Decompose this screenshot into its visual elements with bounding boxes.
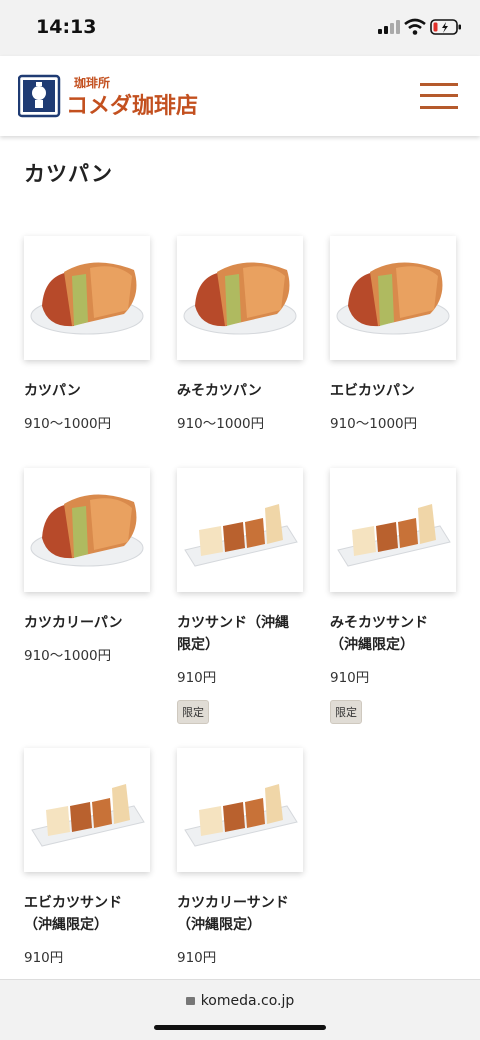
limited-badge: 限定 <box>330 700 362 724</box>
browser-bottom-bar: komeda.co.jp <box>0 979 480 1040</box>
product-image[interactable] <box>24 468 150 592</box>
product-name[interactable]: エビカツパン <box>330 380 458 402</box>
product-image[interactable] <box>177 468 303 592</box>
lock-icon <box>185 997 195 1005</box>
product-price: 910円 <box>24 950 64 966</box>
product-card[interactable]: カツカリーサンド（沖縄限定）910円限定 <box>177 748 305 1004</box>
product-price: 910〜1000円 <box>330 416 418 432</box>
wifi-icon <box>404 18 426 35</box>
hamburger-menu-icon[interactable] <box>420 80 458 112</box>
product-name[interactable]: カツカリーパン <box>24 612 152 634</box>
product-card[interactable]: カツパン 910〜1000円 <box>24 236 152 432</box>
product-card[interactable]: カツカリーパン 910〜1000円 <box>24 468 152 664</box>
address-bar[interactable]: komeda.co.jp <box>0 993 480 1009</box>
home-indicator <box>154 1025 326 1030</box>
battery-icon <box>430 19 461 35</box>
product-name[interactable]: みそカツパン <box>177 380 305 402</box>
status-time: 14:13 <box>36 16 97 38</box>
limited-badge: 限定 <box>177 700 209 724</box>
product-price: 910〜1000円 <box>24 648 112 664</box>
product-card[interactable]: エビカツサンド（沖縄限定）910円限定 <box>24 748 152 1004</box>
product-card[interactable]: みそカツサンド （沖縄限定） 910円限定 <box>330 468 458 724</box>
product-image[interactable] <box>177 748 303 872</box>
svg-text:コメダ珈琲店: コメダ珈琲店 <box>66 93 198 119</box>
product-card[interactable]: みそカツパン 910〜1000円 <box>177 236 305 432</box>
page-title: カツパン <box>24 162 114 186</box>
product-image[interactable] <box>24 748 150 872</box>
status-bar: 14:13 <box>0 0 480 56</box>
product-name[interactable]: みそカツサンド （沖縄限定） <box>330 612 458 656</box>
product-price: 910〜1000円 <box>177 416 265 432</box>
site-header: 珈琲所 コメダ珈琲店 <box>0 56 480 136</box>
product-image[interactable] <box>24 236 150 360</box>
product-image[interactable] <box>177 236 303 360</box>
product-card[interactable]: エビカツパン 910〜1000円 <box>330 236 458 432</box>
product-price: 910円 <box>177 950 217 966</box>
product-image[interactable] <box>330 236 456 360</box>
product-name[interactable]: エビカツサンド （沖縄限定） <box>24 892 152 936</box>
product-card[interactable]: カツサンド（沖縄 限定） 910円限定 <box>177 468 305 724</box>
svg-text:珈琲所: 珈琲所 <box>74 75 110 90</box>
product-price: 910円 <box>330 670 370 686</box>
product-name[interactable]: カツカリーサンド （沖縄限定） <box>177 892 305 936</box>
komeda-logo[interactable]: 珈琲所 コメダ珈琲店 <box>18 73 208 119</box>
product-price: 910〜1000円 <box>24 416 112 432</box>
product-name[interactable]: カツパン <box>24 380 152 402</box>
product-image[interactable] <box>330 468 456 592</box>
product-price: 910円 <box>177 670 217 686</box>
url-text: komeda.co.jp <box>200 993 295 1009</box>
product-name[interactable]: カツサンド（沖縄 限定） <box>177 612 305 656</box>
